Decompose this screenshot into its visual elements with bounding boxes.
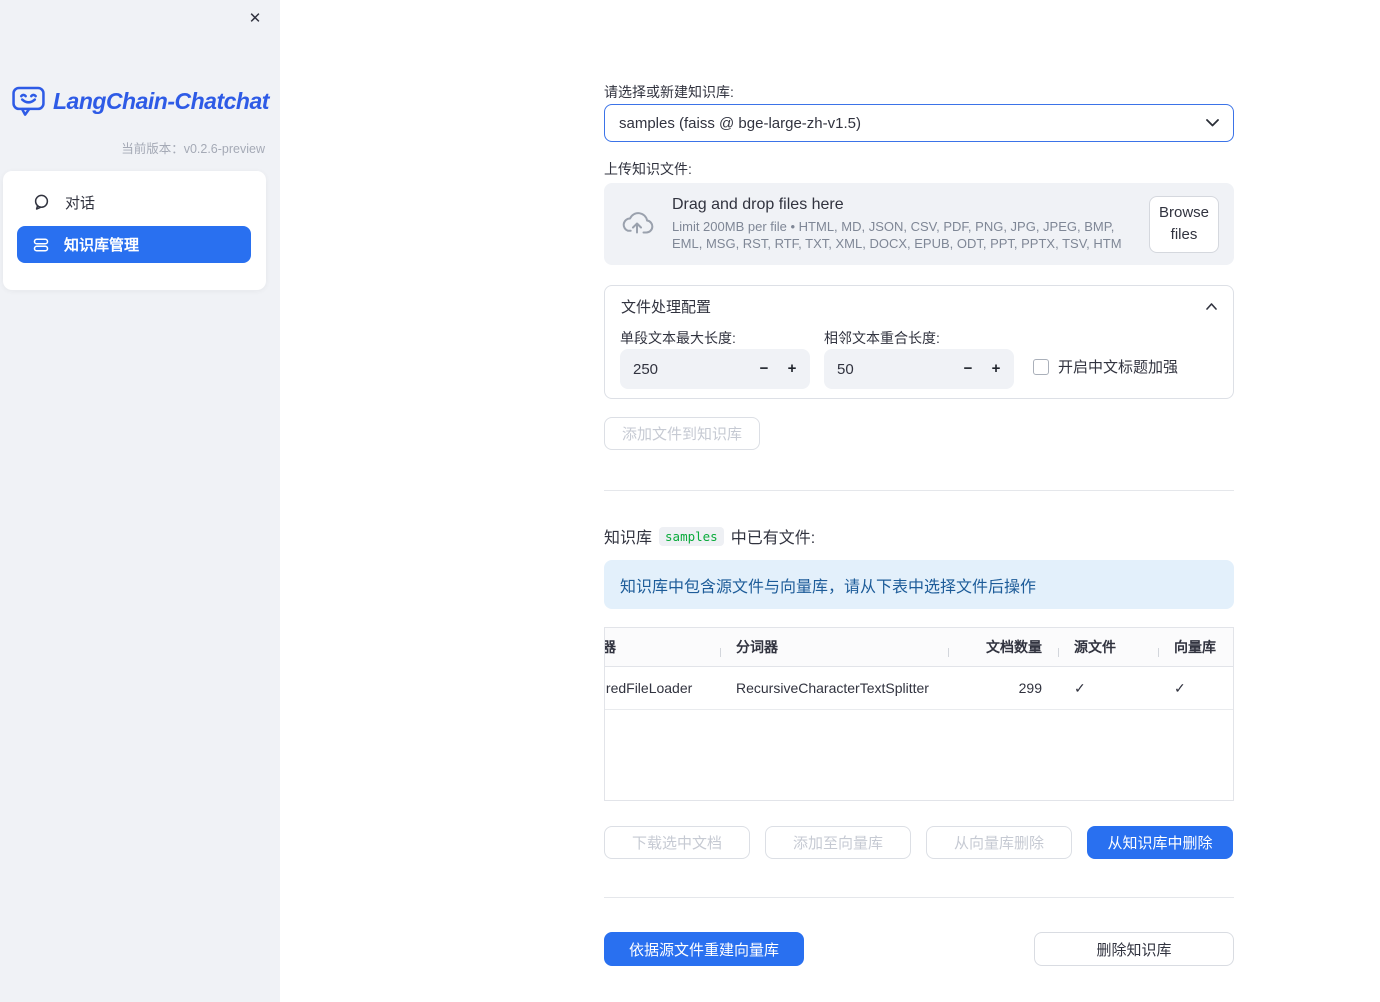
sidebar-item-dialogue[interactable]: 对话 bbox=[3, 180, 266, 224]
cell-doc-count: 299 bbox=[1018, 680, 1042, 696]
divider bbox=[604, 897, 1234, 898]
kb-select[interactable]: samples (faiss @ bge-large-zh-v1.5) bbox=[604, 104, 1234, 142]
download-selected-button[interactable]: 下载选中文档 bbox=[604, 826, 750, 859]
chunk-size-value: 250 bbox=[633, 360, 659, 378]
dropzone-title: Drag and drop files here bbox=[672, 195, 844, 213]
browse-files-button[interactable]: Browse files bbox=[1149, 195, 1219, 253]
chunk-size-input[interactable]: 250 − + bbox=[620, 349, 810, 389]
zh-title-enhance-checkbox[interactable] bbox=[1033, 358, 1049, 375]
kb-files-table[interactable]: 文档加载器 分词器 文档数量 源文件 向量库 UnstructuredFileL… bbox=[604, 627, 1234, 801]
main-content: 请选择或新建知识库: samples (faiss @ bge-large-zh… bbox=[604, 0, 1234, 1002]
kb-name-code: samples bbox=[659, 526, 724, 546]
sidebar-close-icon[interactable]: ✕ bbox=[244, 8, 266, 30]
chevron-down-icon bbox=[1206, 119, 1219, 127]
file-config-expander: 文件处理配置 单段文本最大长度: 相邻文本重合长度: 250 − + 50 − … bbox=[604, 285, 1234, 399]
dropzone-text: Drag and drop files here Limit 200MB per… bbox=[672, 196, 1144, 252]
overlap-size-increment-button[interactable]: + bbox=[983, 349, 1009, 389]
version-text: 当前版本：v0.2.6-preview bbox=[121, 138, 265, 157]
table-header-row: 文档加载器 分词器 文档数量 源文件 向量库 bbox=[605, 628, 1233, 667]
cell-loader: UnstructuredFileLoader bbox=[605, 680, 693, 696]
cell-splitter: RecursiveCharacterTextSplitter bbox=[736, 680, 929, 696]
kb-files-headline: 知识库 samples 中已有文件: bbox=[604, 524, 815, 548]
column-header-doc-count: 文档数量 bbox=[948, 637, 1058, 657]
collection-icon bbox=[33, 237, 49, 253]
version-label: 当前版本： bbox=[121, 142, 184, 156]
column-header-loader: 文档加载器 bbox=[605, 637, 720, 657]
delete-from-kb-button[interactable]: 从知识库中删除 bbox=[1087, 826, 1233, 859]
chunk-size-decrement-button[interactable]: − bbox=[751, 349, 777, 389]
file-dropzone[interactable]: Drag and drop files here Limit 200MB per… bbox=[604, 183, 1234, 265]
zh-title-enhance-label[interactable]: 开启中文标题加强 bbox=[1058, 356, 1178, 377]
column-header-vector-store: 向量库 bbox=[1158, 637, 1233, 657]
sidebar-menu: 对话 知识库管理 bbox=[3, 171, 266, 290]
divider bbox=[604, 490, 1234, 491]
cell-source-file-check: ✓ bbox=[1074, 679, 1086, 696]
rebuild-vector-store-button[interactable]: 依据源文件重建向量库 bbox=[604, 932, 804, 966]
cell-vector-store-check: ✓ bbox=[1174, 679, 1186, 696]
add-to-vector-store-button[interactable]: 添加至向量库 bbox=[765, 826, 911, 859]
sidebar: ✕ LangChain-Chatchat 当前版本：v0.2.6-preview bbox=[0, 0, 280, 1002]
overlap-size-label: 相邻文本重合长度: bbox=[824, 330, 940, 346]
dropzone-limit-text: Limit 200MB per file • HTML, MD, JSON, C… bbox=[672, 218, 1122, 251]
add-files-to-kb-button[interactable]: 添加文件到知识库 bbox=[604, 417, 761, 450]
kb-files-suffix: 中已有文件: bbox=[730, 530, 816, 547]
expander-title: 文件处理配置 bbox=[621, 298, 712, 316]
chevron-up-icon bbox=[1206, 302, 1217, 310]
overlap-size-value: 50 bbox=[837, 360, 854, 378]
logo-text: LangChain-Chatchat bbox=[53, 87, 269, 114]
column-header-splitter: 分词器 bbox=[720, 637, 948, 657]
info-banner: 知识库中包含源文件与向量库，请从下表中选择文件后操作 bbox=[604, 560, 1234, 609]
app-root: ✕ LangChain-Chatchat 当前版本：v0.2.6-preview bbox=[0, 0, 1380, 1002]
info-banner-text: 知识库中包含源文件与向量库，请从下表中选择文件后操作 bbox=[620, 578, 1037, 596]
uploader-label: 上传知识文件: bbox=[604, 161, 692, 177]
table-row[interactable]: UnstructuredFileLoader RecursiveCharacte… bbox=[605, 667, 1233, 710]
kb-select-value: samples (faiss @ bge-large-zh-v1.5) bbox=[619, 114, 861, 132]
sidebar-item-knowledge-base[interactable]: 知识库管理 bbox=[17, 226, 251, 263]
logo-chat-smiley-icon bbox=[12, 86, 45, 116]
kb-files-prefix: 知识库 bbox=[604, 530, 653, 547]
zh-title-enhance-row: 开启中文标题加强 bbox=[1033, 356, 1178, 377]
chunk-size-increment-button[interactable]: + bbox=[779, 349, 805, 389]
chat-bubble-icon bbox=[33, 194, 50, 211]
delete-from-vector-store-button[interactable]: 从向量库删除 bbox=[926, 826, 1072, 859]
version-value: v0.2.6-preview bbox=[183, 142, 265, 156]
overlap-size-decrement-button[interactable]: − bbox=[955, 349, 981, 389]
chunk-size-label: 单段文本最大长度: bbox=[620, 330, 736, 346]
sidebar-item-label: 对话 bbox=[65, 194, 96, 212]
delete-kb-button[interactable]: 删除知识库 bbox=[1034, 932, 1234, 966]
column-header-source-file: 源文件 bbox=[1058, 637, 1158, 657]
kb-select-label: 请选择或新建知识库: bbox=[604, 84, 734, 100]
kb-files-table-inner: 文档加载器 分词器 文档数量 源文件 向量库 UnstructuredFileL… bbox=[605, 628, 1233, 710]
app-logo: LangChain-Chatchat bbox=[12, 86, 269, 116]
file-actions-row: 下载选中文档 添加至向量库 从向量库删除 从知识库中删除 bbox=[604, 826, 1233, 859]
upload-cloud-icon bbox=[619, 211, 655, 238]
overlap-size-input[interactable]: 50 − + bbox=[824, 349, 1014, 389]
sidebar-item-label: 知识库管理 bbox=[64, 237, 140, 254]
expander-header[interactable]: 文件处理配置 bbox=[605, 286, 1233, 326]
